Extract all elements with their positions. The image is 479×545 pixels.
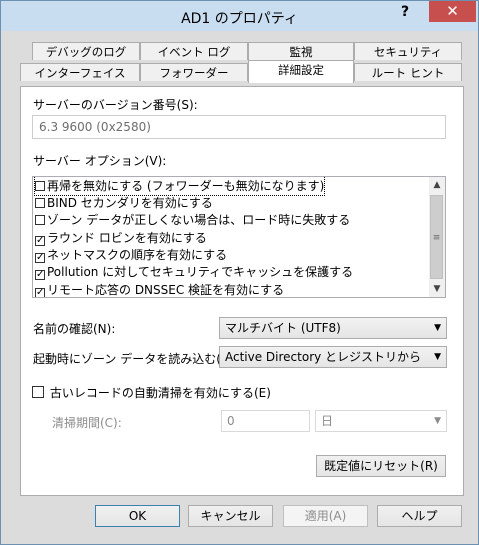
checkbox-icon[interactable]: ✓ [35,288,45,297]
scroll-up-icon[interactable]: ▲ [429,177,445,193]
option-secure-cache[interactable]: ✓ Pollution に対してセキュリティでキャッシュを保護する [35,263,353,281]
help-icon[interactable]: ? [387,1,423,23]
chevron-down-icon: ▼ [434,352,441,362]
checkbox-icon[interactable] [35,198,45,208]
checkbox-icon[interactable]: ✓ [35,253,45,263]
checkbox-icon[interactable] [32,386,44,398]
tab-debug-log[interactable]: デバッグのログ [32,42,140,60]
option-disable-recursion[interactable]: 再帰を無効にする (フォワーダーも無効になります) [33,177,326,196]
server-version-label: サーバーのバージョン番号(S): [33,98,198,112]
name-checking-label: 名前の確認(N): [33,322,116,336]
scroll-down-icon[interactable]: ▼ [429,281,445,297]
scavenging-period-label: 清掃期間(C): [52,416,122,430]
reset-defaults-button[interactable]: 既定値にリセット(R) [316,455,446,477]
ok-button[interactable]: OK [95,505,180,527]
server-options-label: サーバー オプション(V): [33,154,167,168]
scroll-thumb[interactable]: ≡ [430,195,443,279]
tab-event-log[interactable]: イベント ログ [140,42,248,60]
tab-advanced[interactable]: 詳細設定 [248,60,354,83]
load-zone-select[interactable]: Active Directory とレジストリから ▼ [219,346,447,368]
server-version-field[interactable]: 6.3 9600 (0x2580) [32,115,446,139]
checkbox-icon[interactable]: ✓ [35,270,45,280]
scrollbar[interactable]: ▲ ≡ ▼ [429,177,445,297]
option-bind-secondaries[interactable]: BIND セカンダリを有効にする [35,194,213,212]
option-fail-on-bad-zone[interactable]: ゾーン データが正しくない場合は、ロード時に失敗する [35,211,350,229]
scavenging-row[interactable]: 古いレコードの自動清掃を有効にする(E) [32,384,271,401]
tab-interfaces[interactable]: インターフェイス [20,63,140,81]
title-bar: AD1 のプロパティ ? ✕ [1,1,478,31]
chevron-down-icon: ▼ [434,416,441,426]
close-icon[interactable]: ✕ [429,1,476,22]
scavenging-period-input[interactable]: 0 [221,410,310,432]
checkbox-icon[interactable] [35,215,45,225]
option-dnssec-validation[interactable]: ✓ リモート応答の DNSSEC 検証を有効にする [35,281,284,297]
apply-button[interactable]: 適用(A) [283,505,368,527]
checkbox-icon[interactable] [35,181,45,191]
checkbox-icon[interactable]: ✓ [35,236,45,246]
tab-forwarders[interactable]: フォワーダー [140,63,248,81]
option-round-robin[interactable]: ✓ ラウンド ロビンを有効にする [35,229,207,247]
scavenging-unit-select[interactable]: 日 ▼ [315,410,447,432]
tab-root-hints[interactable]: ルート ヒント [354,63,462,81]
scavenging-label: 古いレコードの自動清掃を有効にする(E) [49,386,271,400]
server-options-list[interactable]: 再帰を無効にする (フォワーダーも無効になります) BIND セカンダリを有効に… [32,176,446,298]
tab-monitoring[interactable]: 監視 [248,42,354,60]
cancel-button[interactable]: キャンセル [188,505,273,527]
load-zone-label: 起動時にゾーン データを読み込む(L): [33,352,237,366]
chevron-down-icon: ▼ [434,323,441,333]
help-button[interactable]: ヘルプ [377,505,462,527]
option-netmask-ordering[interactable]: ✓ ネットマスクの順序を有効にする [35,246,227,264]
name-checking-select[interactable]: マルチバイト (UTF8) ▼ [219,317,447,339]
tab-security[interactable]: セキュリティ [354,42,462,60]
